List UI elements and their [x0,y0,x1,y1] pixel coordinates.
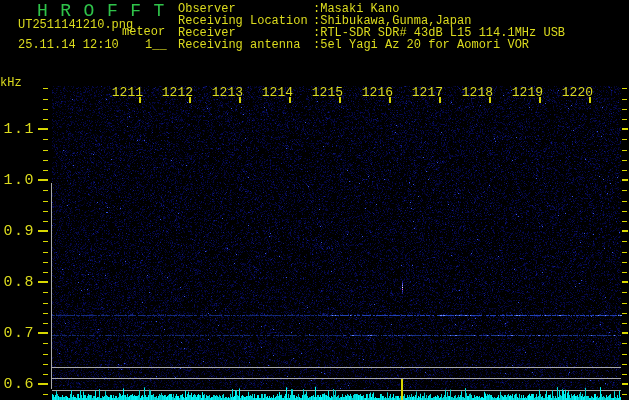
spectrogram-canvas [0,0,629,400]
freq-tick-label: 0.9 [3,224,35,239]
time-tick-label: 1215 [312,86,343,99]
time-tick-label: 1211 [112,86,143,99]
time-tick-label: 1216 [362,86,393,99]
hrofft-spectrogram-screen: HROFFT UT2511141210.png meteor 25.11.14 … [0,0,629,400]
info-label: Receiving antenna [178,39,300,51]
freq-tick-label: 1.0 [3,173,35,188]
time-tick-label: 1218 [462,86,493,99]
datetime: 25.11.14 12:10 [18,39,119,51]
freq-tick-label: 0.8 [3,275,35,290]
freq-tick-label: 0.6 [3,377,35,392]
info-value: :5el Yagi Az 20 for Aomori VOR [313,39,529,51]
filename: UT2511141210.png [18,19,133,31]
band-label: meteor [122,26,165,38]
time-tick-label: 1217 [412,86,443,99]
freq-tick-label: 1.1 [3,122,35,137]
time-tick-label: 1219 [512,86,543,99]
time-tick-label: 1212 [162,86,193,99]
time-tick-label: 1213 [212,86,243,99]
time-tick-label: 1220 [562,86,593,99]
freq-tick-label: 0.7 [3,326,35,341]
time-tick-label: 1214 [262,86,293,99]
echo-counter: 1__ [145,39,167,51]
y-axis-unit: kHz [0,77,22,89]
